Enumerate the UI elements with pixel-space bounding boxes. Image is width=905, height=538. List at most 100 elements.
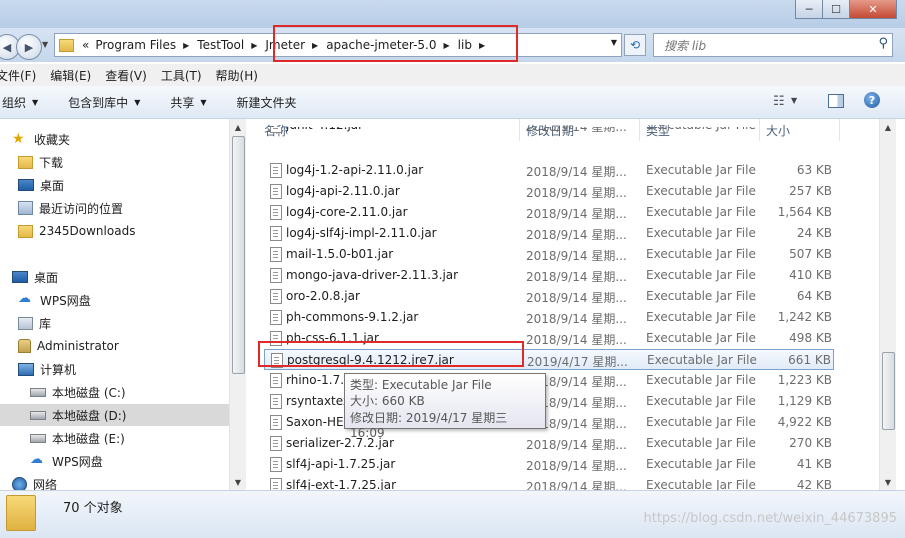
chevron-down-icon[interactable]: ▼	[200, 98, 206, 107]
nav-downloads[interactable]: 下载	[0, 151, 229, 173]
scroll-down-icon[interactable]: ▼	[230, 474, 246, 490]
desktop-icon	[12, 271, 28, 283]
breadcrumb-chevron-icon[interactable]: ▶	[183, 41, 189, 50]
file-list-scrollbar[interactable]: ▲ ▼	[879, 119, 896, 490]
scroll-down-icon[interactable]: ▼	[880, 474, 896, 490]
file-row[interactable]: mail-1.5.0-b01.jar 2018/9/14 星期... Executa…	[264, 244, 834, 265]
refresh-button[interactable]: ⟲	[624, 34, 646, 56]
file-name[interactable]: log4j-slf4j-impl-2.11.0.jar	[286, 226, 437, 240]
file-size: 63 KB	[796, 163, 832, 177]
search-box[interactable]: ⚲	[653, 33, 893, 57]
file-name[interactable]: ph-commons-9.1.2.jar	[286, 310, 418, 324]
nav-wps-cloud[interactable]: ☁ WPS网盘	[0, 289, 229, 311]
file-type: Executable Jar File	[646, 163, 756, 177]
menu-edit[interactable]: 编辑(E)	[50, 67, 91, 84]
nav-2345downloads[interactable]: 2345Downloads	[0, 220, 229, 242]
file-row[interactable]: log4j-slf4j-impl-2.11.0.jar 2018/9/14 星期.…	[264, 223, 834, 244]
breadcrumb-chevron-icon[interactable]: ▶	[251, 41, 257, 50]
file-row[interactable]: slf4j-ext-1.7.25.jar 2018/9/14 星期... Execu…	[264, 475, 834, 490]
nav-desktop[interactable]: 桌面	[0, 266, 229, 288]
breadcrumb-overflow[interactable]: «	[82, 38, 89, 52]
scroll-up-icon[interactable]: ▲	[880, 119, 896, 135]
folder-large-icon	[6, 495, 36, 531]
file-name[interactable]: junit-4.12.jar	[286, 127, 363, 132]
menu-bar: 文件(F) 编辑(E) 查看(V) 工具(T) 帮助(H)	[0, 64, 905, 86]
breadcrumb-program-files[interactable]: Program Files ▶	[95, 38, 197, 52]
nav-network[interactable]: 网络	[0, 473, 229, 490]
nav-drive-c[interactable]: 本地磁盘 (C:)	[0, 381, 229, 403]
close-button[interactable]: ✕	[849, 0, 897, 19]
help-icon[interactable]: ?	[864, 92, 880, 108]
file-size: 1,129 KB	[777, 394, 832, 408]
chevron-down-icon[interactable]: ▼	[32, 98, 38, 107]
file-name[interactable]: slf4j-ext-1.7.25.jar	[286, 478, 396, 490]
file-row[interactable]: log4j-1.2-api-2.11.0.jar 2018/9/14 星期... E…	[264, 160, 834, 181]
address-dropdown-icon[interactable]: ▼	[611, 38, 617, 47]
jar-file-icon	[270, 415, 282, 430]
menu-tools[interactable]: 工具(T)	[161, 67, 202, 84]
file-name[interactable]: log4j-api-2.11.0.jar	[286, 184, 400, 198]
nav-administrator[interactable]: Administrator	[0, 335, 229, 357]
file-type: Executable Jar File	[646, 226, 756, 240]
maximize-button[interactable]: ☐	[822, 0, 850, 19]
menu-view[interactable]: 查看(V)	[105, 67, 147, 84]
file-date: 2018/9/14 星期...	[526, 228, 627, 242]
nav-desktop-favorite[interactable]: 桌面	[0, 174, 229, 196]
menu-help[interactable]: 帮助(H)	[216, 67, 258, 84]
file-row[interactable]: log4j-api-2.11.0.jar 2018/9/14 星期... Execu…	[264, 181, 834, 202]
file-row[interactable]: slf4j-api-1.7.25.jar 2018/9/14 星期... Execu…	[264, 454, 834, 475]
view-options-icon[interactable]: ☷	[773, 94, 785, 109]
file-size: 4,922 KB	[777, 415, 832, 429]
file-type: Executable Jar File	[646, 310, 756, 324]
recent-places-icon	[18, 201, 33, 215]
file-date: 2018/9/14 星期...	[526, 480, 627, 490]
nav-scrollbar[interactable]: ▲ ▼	[229, 119, 246, 490]
file-row[interactable]: oro-2.0.8.jar 2018/9/14 星期... Executable J…	[264, 286, 834, 307]
search-icon[interactable]: ⚲	[878, 36, 888, 51]
nav-libraries[interactable]: 库	[0, 312, 229, 334]
jar-file-icon	[270, 247, 282, 262]
chevron-down-icon[interactable]: ▼	[134, 98, 140, 107]
recent-pages-dropdown-icon[interactable]: ▼	[42, 40, 48, 49]
nav-drive-d[interactable]: 本地磁盘 (D:)	[0, 404, 229, 426]
minimize-button[interactable]: ─	[795, 0, 823, 19]
file-name[interactable]: mail-1.5.0-b01.jar	[286, 247, 393, 261]
file-row[interactable]: ph-commons-9.1.2.jar 2018/9/14 星期... Execu…	[264, 307, 834, 328]
nav-computer[interactable]: 计算机	[0, 358, 229, 380]
file-type: Executable Jar File	[646, 127, 756, 132]
file-row[interactable]: mongo-java-driver-2.11.3.jar 2018/9/14 星期…	[264, 265, 834, 286]
preview-pane-icon[interactable]	[828, 94, 844, 108]
file-size: 257 KB	[789, 184, 832, 198]
folder-icon	[59, 38, 74, 52]
file-name[interactable]: log4j-core-2.11.0.jar	[286, 205, 408, 219]
include-in-library-button[interactable]: 包含到库中 ▼	[68, 94, 140, 111]
menu-file[interactable]: 文件(F)	[0, 67, 36, 84]
nav-scroll-thumb[interactable]	[232, 136, 245, 374]
nav-favorites[interactable]: ★ 收藏夹	[0, 128, 229, 150]
file-row[interactable]: junit-4.12.jar 2018/9/14 星期... Executable …	[264, 127, 834, 137]
cloud-icon: ☁	[18, 291, 31, 306]
share-button[interactable]: 共享 ▼	[170, 94, 206, 111]
organize-button[interactable]: 组织 ▼	[2, 94, 38, 111]
file-name[interactable]: slf4j-api-1.7.25.jar	[286, 457, 395, 471]
nav-wps-cloud-2[interactable]: ☁ WPS网盘	[0, 450, 229, 472]
tooltip-modified: 修改日期: 2019/4/17 星期三 16:09	[350, 411, 508, 440]
new-folder-button[interactable]: 新建文件夹	[237, 94, 297, 111]
file-name[interactable]: oro-2.0.8.jar	[286, 289, 360, 303]
desktop-icon	[18, 179, 34, 191]
watermark: https://blog.csdn.net/weixin_44673895	[643, 511, 897, 526]
search-input[interactable]	[662, 36, 866, 56]
navigation-pane: ★ 收藏夹 下载 桌面 最近访问的位置 2345Downloads 桌面 ☁ WPS…	[0, 119, 229, 490]
file-list-scroll-thumb[interactable]	[882, 352, 895, 430]
item-count: 70 个对象	[63, 501, 123, 516]
nav-recent-places[interactable]: 最近访问的位置	[0, 197, 229, 219]
file-name[interactable]: mongo-java-driver-2.11.3.jar	[286, 268, 458, 282]
file-name[interactable]: log4j-1.2-api-2.11.0.jar	[286, 163, 423, 177]
breadcrumb-testtool[interactable]: TestTool ▶	[197, 38, 265, 52]
view-dropdown-icon[interactable]: ▼	[791, 96, 797, 105]
nav-drive-e[interactable]: 本地磁盘 (E:)	[0, 427, 229, 449]
download-folder-icon	[18, 155, 33, 169]
file-row[interactable]: log4j-core-2.11.0.jar 2018/9/14 星期... Exec…	[264, 202, 834, 223]
scroll-up-icon[interactable]: ▲	[230, 119, 246, 135]
forward-button[interactable]: ▶	[16, 34, 42, 60]
